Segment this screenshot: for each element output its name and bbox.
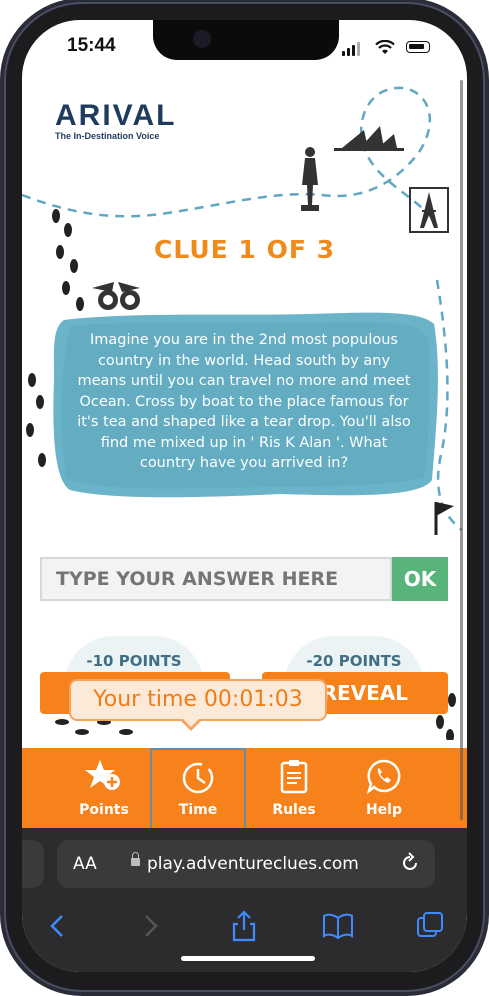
forward-icon[interactable] [130,908,170,944]
scrollbar[interactable] [460,80,463,820]
tab-time-label: Time [178,802,218,818]
lock-icon [131,852,140,866]
tab-rules[interactable]: Rules [246,748,342,828]
clue-title: CLUE 1 OF 3 [154,235,335,264]
reload-icon[interactable] [399,852,421,874]
answer-form: OK [40,557,448,601]
volume-up-button [0,265,4,325]
notch [153,20,339,60]
signal-bar [347,48,350,56]
tab-help-label: Help [365,802,403,818]
camera [193,30,211,48]
browser-toolbar [22,908,467,948]
status-icons [342,40,442,56]
bookmarks-icon[interactable] [318,908,358,944]
eiffel-tower-icon [409,187,449,233]
signal-bar [357,42,360,56]
binoculars-icon [92,282,140,310]
reader-options-button[interactable]: AA [73,854,97,874]
clipboard-icon [280,760,308,794]
power-button [485,280,489,375]
back-icon[interactable] [38,908,78,944]
signal-bar [342,51,345,56]
signal-bar [352,45,355,56]
screen: 15:44 ARIVAL The In-Destination Voice CL… [22,20,467,972]
clue-text: Imagine you are in the 2nd most populous… [77,332,411,471]
answer-input[interactable] [40,557,392,601]
hint-cost-left-label: -10 POINTS [86,652,182,670]
mute-switch [0,200,4,236]
volume-down-button [0,340,4,400]
clue-card: Imagine you are in the 2nd most populous… [50,310,438,500]
previous-tab-preview[interactable] [22,840,44,888]
tab-help[interactable]: Help [336,748,432,828]
hint-cost-right-label: -20 POINTS [306,652,402,670]
tabs-icon[interactable] [410,908,450,944]
browser-chrome: AA play.adventureclues.com [22,828,467,972]
tab-points-label: Points [79,802,129,818]
status-time: 15:44 [67,35,116,56]
tab-points[interactable]: Points [56,748,152,828]
ok-button[interactable]: OK [392,557,448,601]
tab-time[interactable]: Time [150,748,246,828]
address-bar[interactable]: AA play.adventureclues.com [57,840,435,888]
url-text[interactable]: play.adventureclues.com [147,854,359,874]
bottom-tab-bar: Points Time Rules Help [22,748,467,828]
timer-popup: Your time 00:01:03 [69,679,327,721]
battery-icon [406,41,430,53]
clock-icon [182,762,214,794]
whatsapp-icon [366,759,401,794]
opera-house-icon [334,126,404,151]
statue-icon [301,147,319,211]
home-indicator [181,956,315,961]
wifi-icon [375,40,395,54]
star-plus-icon [85,760,120,790]
share-icon[interactable] [224,908,264,944]
tab-rules-label: Rules [272,802,316,818]
timer-popup-tail [179,717,203,731]
